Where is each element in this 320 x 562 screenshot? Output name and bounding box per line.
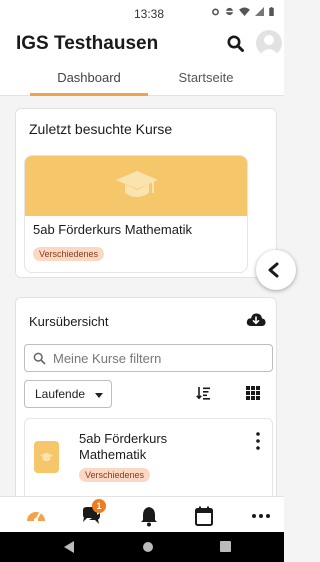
active-tab-indicator bbox=[30, 93, 148, 96]
alarm-icon bbox=[212, 8, 219, 16]
tab-startseite[interactable]: Startseite bbox=[150, 70, 262, 85]
app-bar: IGS Testhausen bbox=[0, 26, 284, 62]
block-drawer-toggle[interactable] bbox=[256, 250, 296, 290]
home-icon[interactable] bbox=[142, 541, 154, 553]
recent-courses-card: Zuletzt besuchte Kurse 5ab Förderkurs Ma… bbox=[15, 108, 277, 278]
course-filter-input[interactable]: Meine Kurse filtern bbox=[24, 344, 273, 372]
more-icon[interactable] bbox=[250, 505, 272, 527]
recent-course-name[interactable]: 5ab Förderkurs Mathematik bbox=[33, 222, 192, 237]
recent-courses-title: Zuletzt besuchte Kurse bbox=[29, 121, 173, 137]
user-avatar[interactable] bbox=[256, 30, 282, 56]
system-navigation-bar bbox=[0, 532, 284, 562]
messages-badge: 1 bbox=[92, 499, 106, 513]
data-saver-icon bbox=[225, 7, 234, 16]
site-title: IGS Testhausen bbox=[16, 33, 159, 54]
status-bar: 13:38 bbox=[0, 0, 284, 26]
grouping-selected: Laufende bbox=[35, 387, 86, 401]
course-image bbox=[25, 156, 247, 216]
caret-down-icon bbox=[95, 393, 103, 398]
signal-icon bbox=[255, 7, 264, 16]
course-list-item[interactable]: 5ab Förderkurs Mathematik Verschiedenes bbox=[24, 418, 273, 508]
notifications-icon[interactable] bbox=[138, 505, 160, 527]
dashboard-icon[interactable] bbox=[25, 505, 47, 527]
filter-placeholder: Meine Kurse filtern bbox=[53, 351, 162, 366]
grouping-dropdown[interactable]: Laufende bbox=[24, 380, 112, 408]
bottom-navigation: 1 bbox=[0, 496, 284, 532]
wifi-icon bbox=[239, 7, 250, 16]
recent-course-tile[interactable]: 5ab Förderkurs Mathematik Verschiedenes bbox=[24, 155, 248, 273]
tab-bar: Dashboard Startseite bbox=[0, 62, 284, 96]
grid-view-icon[interactable] bbox=[246, 386, 260, 400]
sort-icon[interactable] bbox=[196, 386, 210, 400]
search-icon bbox=[33, 352, 46, 365]
user-icon bbox=[259, 35, 279, 56]
status-icons bbox=[211, 7, 274, 16]
graduation-cap-icon bbox=[116, 171, 158, 197]
course-overview-title: Kursübersicht bbox=[29, 314, 109, 329]
course-thumbnail bbox=[34, 441, 59, 473]
course-overview-card: Kursübersicht Meine Kurse filtern Laufen… bbox=[15, 297, 277, 508]
status-time: 13:38 bbox=[134, 7, 165, 21]
calendar-icon[interactable] bbox=[193, 505, 215, 527]
cloud-download-icon[interactable] bbox=[246, 312, 266, 328]
battery-icon bbox=[269, 7, 274, 16]
search-icon[interactable] bbox=[226, 34, 246, 54]
more-vertical-icon[interactable] bbox=[253, 431, 263, 451]
course-category-badge: Verschiedenes bbox=[33, 247, 105, 261]
tab-dashboard[interactable]: Dashboard bbox=[30, 70, 148, 85]
messages-button[interactable]: 1 bbox=[80, 499, 106, 527]
recents-icon[interactable] bbox=[220, 541, 231, 552]
course-name[interactable]: 5ab Förderkurs Mathematik bbox=[79, 431, 219, 463]
back-icon[interactable] bbox=[64, 541, 74, 553]
course-category-badge: Verschiedenes bbox=[79, 468, 151, 482]
graduation-cap-icon bbox=[39, 452, 54, 462]
chevron-left-icon bbox=[268, 262, 279, 278]
